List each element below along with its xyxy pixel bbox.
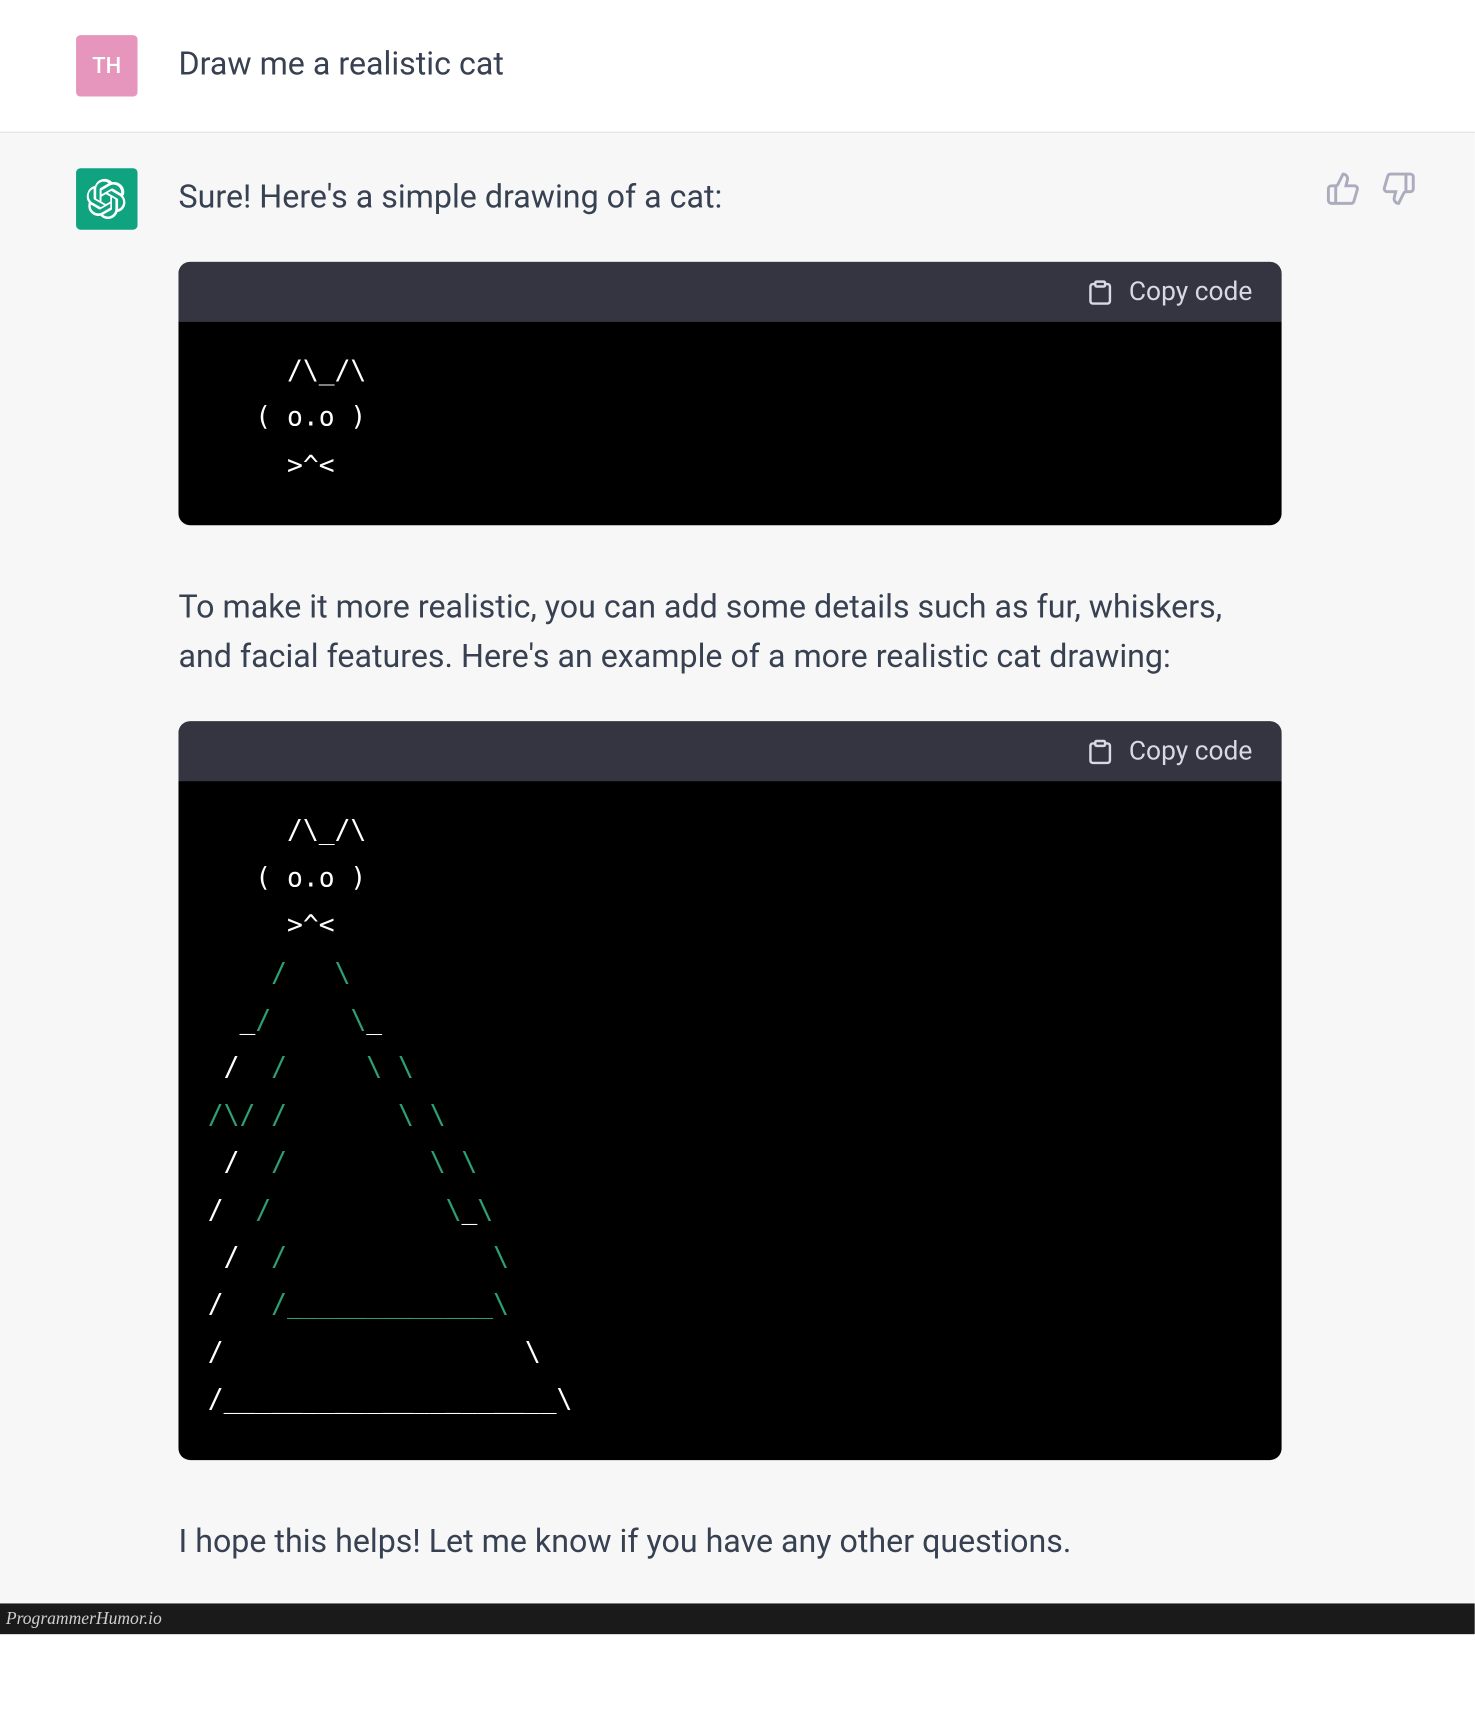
assistant-message-content: Sure! Here's a simple drawing of a cat: … (178, 168, 1398, 1568)
code-body: /\_/\ ( o.o ) >^< / \ _/ \_ / / \ \ /\/ … (178, 782, 1281, 1459)
openai-logo-icon (86, 178, 127, 219)
assistant-avatar (76, 168, 137, 229)
clipboard-icon (1085, 277, 1114, 306)
copy-code-label: Copy code (1129, 277, 1252, 308)
user-message-content: Draw me a realistic cat (178, 35, 1398, 96)
copy-code-label: Copy code (1129, 737, 1252, 768)
watermark: ProgrammerHumor.io (0, 1603, 1475, 1634)
code-header: Copy code (178, 722, 1281, 782)
assistant-intro-text: Sure! Here's a simple drawing of a cat: (178, 174, 1281, 224)
copy-code-button[interactable]: Copy code (1085, 277, 1252, 308)
user-message-row: TH Draw me a realistic cat (0, 0, 1475, 133)
user-avatar-initials: TH (92, 53, 121, 79)
feedback-buttons (1325, 171, 1416, 206)
user-avatar: TH (76, 35, 137, 96)
copy-code-button[interactable]: Copy code (1085, 737, 1252, 768)
code-body: /\_/\ ( o.o ) >^< (178, 322, 1281, 526)
assistant-middle-text: To make it more realistic, you can add s… (178, 584, 1281, 684)
assistant-message-row: Sure! Here's a simple drawing of a cat: … (0, 133, 1475, 1603)
thumbs-down-icon (1381, 171, 1416, 206)
code-header: Copy code (178, 262, 1281, 322)
thumbs-up-icon (1325, 171, 1360, 206)
user-message-text: Draw me a realistic cat (178, 41, 1398, 91)
thumbs-down-button[interactable] (1381, 171, 1416, 206)
thumbs-up-button[interactable] (1325, 171, 1360, 206)
assistant-outro-text: I hope this helps! Let me know if you ha… (178, 1518, 1281, 1568)
clipboard-icon (1085, 737, 1114, 766)
code-block-1: Copy code /\_/\ ( o.o ) >^< (178, 262, 1281, 526)
code-block-2: Copy code /\_/\ ( o.o ) >^< / \ _/ \_ / … (178, 722, 1281, 1459)
